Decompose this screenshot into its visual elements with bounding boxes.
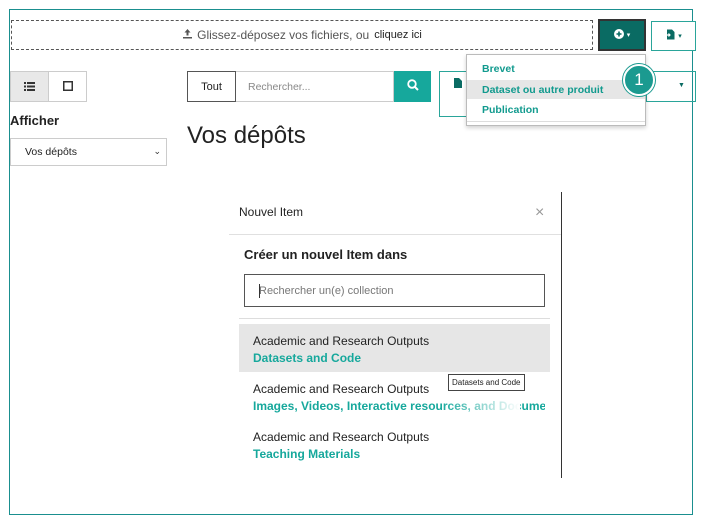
- view-mode-toggle: [10, 71, 87, 102]
- modal-title: Nouvel Item: [239, 205, 304, 219]
- add-new-button[interactable]: ▾: [598, 19, 646, 51]
- import-button[interactable]: ▾: [651, 21, 696, 51]
- collection-name: Teaching Materials: [253, 447, 361, 461]
- list-view-icon: [24, 80, 35, 94]
- collection-tooltip: Datasets and Code: [448, 374, 525, 391]
- page-title: Vos dépôts: [187, 122, 306, 149]
- plus-circle-icon: [613, 28, 624, 42]
- file-icon: [454, 78, 462, 91]
- modal-divider: [229, 234, 561, 235]
- dropzone-text: Glissez-déposez vos fichiers, ou: [197, 28, 370, 42]
- export-button[interactable]: [439, 71, 467, 117]
- modal-subtitle: Créer un nouvel Item dans: [244, 247, 408, 262]
- collection-item[interactable]: Academic and Research Outputs Datasets a…: [239, 324, 550, 372]
- chevron-down-icon: ⌄: [153, 146, 161, 156]
- menu-item-publication[interactable]: Publication: [467, 100, 645, 119]
- menu-item-brevet[interactable]: Brevet: [467, 59, 645, 78]
- collection-item[interactable]: Academic and Research Outputs Teaching M…: [239, 420, 550, 468]
- text-caret: [259, 284, 260, 298]
- collection-parent: Academic and Research Outputs: [253, 334, 430, 348]
- file-dropzone[interactable]: Glissez-déposez vos fichiers, ou cliquez…: [11, 20, 593, 50]
- step-callout-badge: 1: [623, 64, 655, 96]
- collection-search-placeholder: Rechercher un(e) collection: [259, 284, 394, 297]
- list-divider: [239, 318, 550, 319]
- list-view-button[interactable]: [11, 72, 49, 101]
- chevron-down-icon: ▾: [626, 32, 631, 39]
- search-icon: [406, 78, 419, 96]
- search-scope-button[interactable]: Tout: [187, 71, 236, 102]
- close-icon[interactable]: ×: [535, 204, 544, 222]
- show-label: Afficher: [10, 113, 60, 128]
- search-input[interactable]: Rechercher...: [236, 71, 394, 102]
- show-select[interactable]: Vos dépôts ⌄: [10, 138, 167, 166]
- file-import-icon: [665, 29, 675, 43]
- menu-item-dataset[interactable]: Dataset ou autre produit: [467, 80, 645, 99]
- menu-divider: [467, 121, 645, 122]
- grid-view-icon: [62, 80, 73, 94]
- show-select-value: Vos dépôts: [25, 146, 77, 158]
- new-item-modal: Nouvel Item × Créer un nouvel Item dans …: [229, 192, 562, 478]
- collection-search-input[interactable]: Rechercher un(e) collection: [244, 274, 545, 307]
- chevron-down-icon: ▼: [678, 82, 685, 89]
- search-button[interactable]: [394, 71, 431, 102]
- add-dropdown-menu: Brevet Dataset ou autre produit Publicat…: [466, 54, 646, 126]
- chevron-down-icon: ▾: [678, 33, 682, 40]
- collection-name: Datasets and Code: [253, 351, 362, 365]
- text-fade-overlay: [440, 396, 520, 414]
- upload-icon: [182, 28, 193, 42]
- dropzone-browse-link[interactable]: cliquez ici: [374, 29, 422, 41]
- grid-view-button[interactable]: [49, 72, 86, 101]
- modal-edge: [561, 192, 562, 478]
- collection-parent: Academic and Research Outputs: [253, 430, 430, 444]
